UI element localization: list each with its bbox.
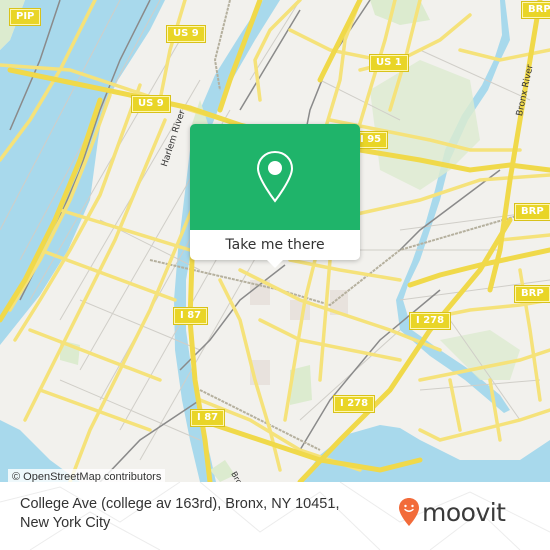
- address-text: College Ave (college av 163rd), Bronx, N…: [20, 495, 380, 533]
- moovit-logo[interactable]: moovit: [398, 496, 506, 528]
- popup-header: [190, 124, 360, 230]
- highway-shield-i87: I 87: [172, 307, 209, 325]
- map-view[interactable]: PIP US 9 US 9 US 1 I 95 BRP BRP BRP I 87…: [0, 0, 550, 482]
- moovit-pin-icon: [399, 498, 419, 526]
- highway-shield-i278: I 278: [408, 312, 452, 330]
- highway-shield-pip: PIP: [8, 8, 42, 26]
- highway-shield-i87: I 87: [189, 409, 226, 427]
- take-me-there-button[interactable]: Take me there: [225, 237, 324, 253]
- location-pin-icon: [256, 150, 294, 203]
- address-line-1: College Ave (college av 163rd), Bronx, N…: [20, 496, 340, 512]
- popup-footer: Take me there: [190, 230, 360, 260]
- location-popup: Take me there: [190, 124, 360, 268]
- highway-shield-brp: BRP: [514, 285, 550, 303]
- moovit-wordmark: moovit: [422, 497, 506, 527]
- highway-shield-us1: US 1: [369, 54, 409, 72]
- footer: College Ave (college av 163rd), Bronx, N…: [0, 482, 550, 550]
- highway-shield-us9: US 9: [131, 95, 171, 113]
- highway-shield-i278: I 278: [332, 395, 376, 413]
- highway-shield-brp: BRP: [514, 203, 550, 221]
- popup-pointer: [267, 260, 283, 268]
- highway-shield-us9: US 9: [166, 25, 206, 43]
- address-line-2: New York City: [20, 515, 111, 531]
- highway-shield-brp: BRP: [521, 1, 550, 19]
- map-attribution[interactable]: © OpenStreetMap contributors: [8, 469, 166, 482]
